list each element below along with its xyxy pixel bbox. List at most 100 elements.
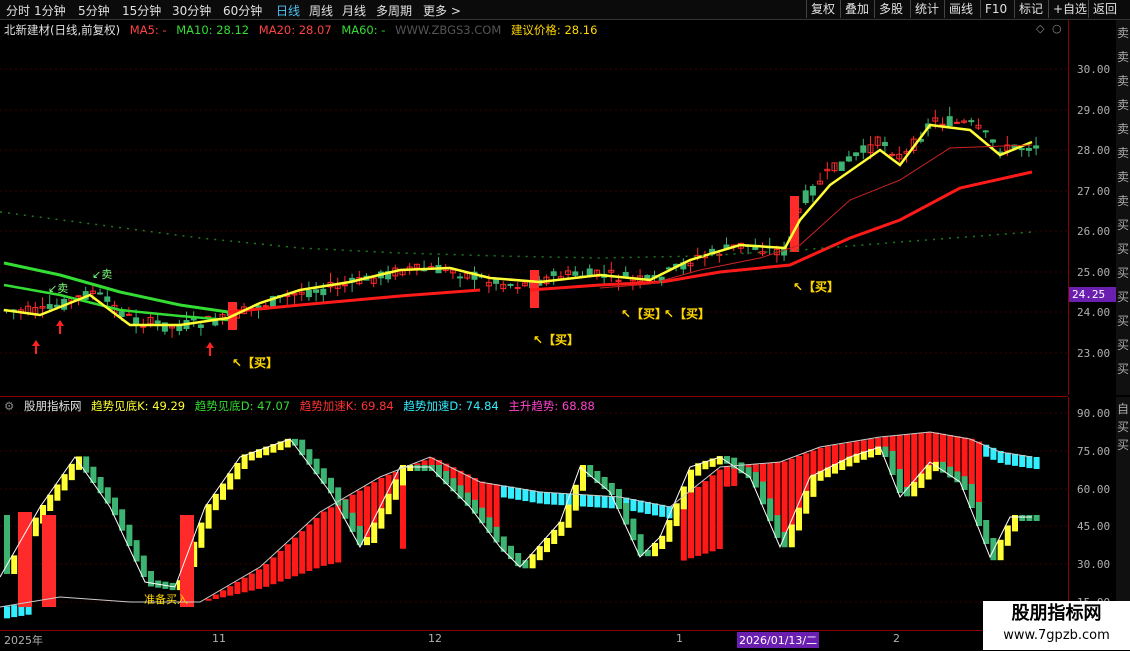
accel-bar: [328, 507, 334, 565]
candle-body: [125, 313, 132, 316]
accel-bar: [580, 494, 586, 507]
ma-thin-line: [599, 144, 1033, 289]
accel-bar: [688, 492, 694, 559]
candle-body: [889, 153, 896, 156]
tab-daily[interactable]: 日线: [276, 2, 300, 19]
trend-bar: [673, 503, 680, 527]
candle-body: [457, 276, 464, 279]
tab-1min[interactable]: 1分钟: [34, 2, 66, 19]
tab-weekly[interactable]: 周线: [309, 2, 333, 19]
candle-body: [809, 185, 816, 196]
buy-arrow-icon: [206, 342, 214, 356]
indicator-side-char: 自: [1116, 402, 1129, 416]
candle-body: [881, 141, 888, 147]
accel-bar: [212, 594, 219, 600]
accel-bar: [731, 466, 738, 487]
trend-bar: [1026, 515, 1033, 521]
mark-button[interactable]: 标记: [1014, 0, 1047, 18]
tab-intraday[interactable]: 分时: [6, 2, 30, 19]
accel-bar: [666, 506, 673, 519]
accel-bar: [270, 557, 277, 585]
trend-bar: [227, 473, 234, 490]
candle-body: [313, 289, 320, 293]
accel-bar: [18, 512, 32, 607]
candle-body: [946, 116, 953, 127]
f10-button[interactable]: F10: [980, 0, 1011, 18]
trend-bar: [54, 484, 61, 501]
add-watchlist-button[interactable]: +自选: [1048, 0, 1091, 18]
trend-bar: [1033, 515, 1040, 521]
signal-side-char: 卖: [1116, 170, 1129, 184]
candle-body: [1033, 145, 1040, 149]
signal-side-char: 卖: [1116, 74, 1129, 88]
accel-bar: [292, 537, 298, 577]
accel-bar: [601, 495, 608, 508]
statistics-button[interactable]: 统计: [910, 0, 943, 18]
buy-marker: ↖【买】: [621, 307, 668, 321]
trend-bar: [385, 493, 392, 515]
candle-body: [1018, 148, 1025, 151]
sell-marker: ↙卖: [92, 268, 113, 281]
signal-side-char: 卖: [1116, 194, 1129, 208]
trend-bar: [551, 529, 558, 544]
candle-body: [622, 271, 629, 277]
candle-body: [154, 320, 161, 324]
trend-bar: [565, 504, 572, 528]
trend-bar: [788, 524, 795, 548]
accel-bar: [220, 590, 226, 598]
trend-bar: [148, 571, 154, 587]
trend-bar: [443, 471, 450, 485]
candle-body: [838, 161, 845, 171]
overlay-button[interactable]: 叠加: [840, 0, 873, 18]
trend-bar: [205, 504, 212, 529]
accel-bar: [522, 489, 529, 502]
accel-bar: [702, 481, 709, 554]
candle-body: [968, 120, 975, 123]
trend-bar: [428, 465, 435, 471]
signal-side-char: 卖: [1116, 98, 1129, 112]
tab-5min[interactable]: 5分钟: [78, 2, 110, 19]
tab-15min[interactable]: 15分钟: [122, 2, 161, 19]
trend-bar: [378, 508, 385, 529]
accel-bar: [1019, 455, 1026, 467]
candle-body: [860, 145, 867, 153]
draw-line-button[interactable]: 画线: [944, 0, 977, 18]
tab-multi-period[interactable]: 多周期: [376, 2, 412, 19]
trend-bar: [997, 539, 1004, 561]
candle-body: [989, 139, 996, 143]
accel-bar: [608, 496, 615, 509]
signal-side-char: 买: [1116, 338, 1129, 352]
candle-body: [197, 324, 204, 328]
tab-30min[interactable]: 30分钟: [172, 2, 211, 19]
signal-side-char: 卖: [1116, 50, 1129, 64]
date-tick: 2: [893, 632, 900, 645]
d-line: [0, 431, 1033, 608]
candle-body: [305, 290, 312, 298]
trend-bar: [976, 502, 982, 526]
candle-body: [190, 317, 197, 321]
trend-bar: [536, 546, 543, 561]
price-tick: 23.00: [1077, 347, 1111, 360]
accel-bar: [1004, 452, 1011, 465]
candle-body: [104, 296, 111, 302]
signal-side-char: 卖: [1116, 146, 1129, 160]
back-button[interactable]: 返回: [1088, 0, 1121, 18]
accel-bar: [716, 469, 723, 550]
signal-side-char: 买: [1116, 266, 1129, 280]
candle-body: [262, 305, 269, 308]
restore-rights-button[interactable]: 复权: [806, 0, 839, 18]
tab-monthly[interactable]: 月线: [342, 2, 366, 19]
accel-bar: [724, 466, 730, 487]
trend-bar: [436, 465, 442, 477]
accel-bar: [652, 503, 658, 516]
trend-bar: [457, 485, 464, 499]
multi-stock-button[interactable]: 多股: [874, 0, 907, 18]
accel-bar: [378, 477, 385, 511]
tab-60min[interactable]: 60分钟: [223, 2, 262, 19]
price-tick: 30.00: [1077, 63, 1111, 76]
accel-bar: [277, 550, 284, 582]
tab-more[interactable]: 更多 >: [423, 2, 461, 19]
trend-bar: [983, 520, 990, 544]
trend-bar: [529, 554, 536, 569]
indicator-tick: 75.00: [1077, 445, 1111, 458]
